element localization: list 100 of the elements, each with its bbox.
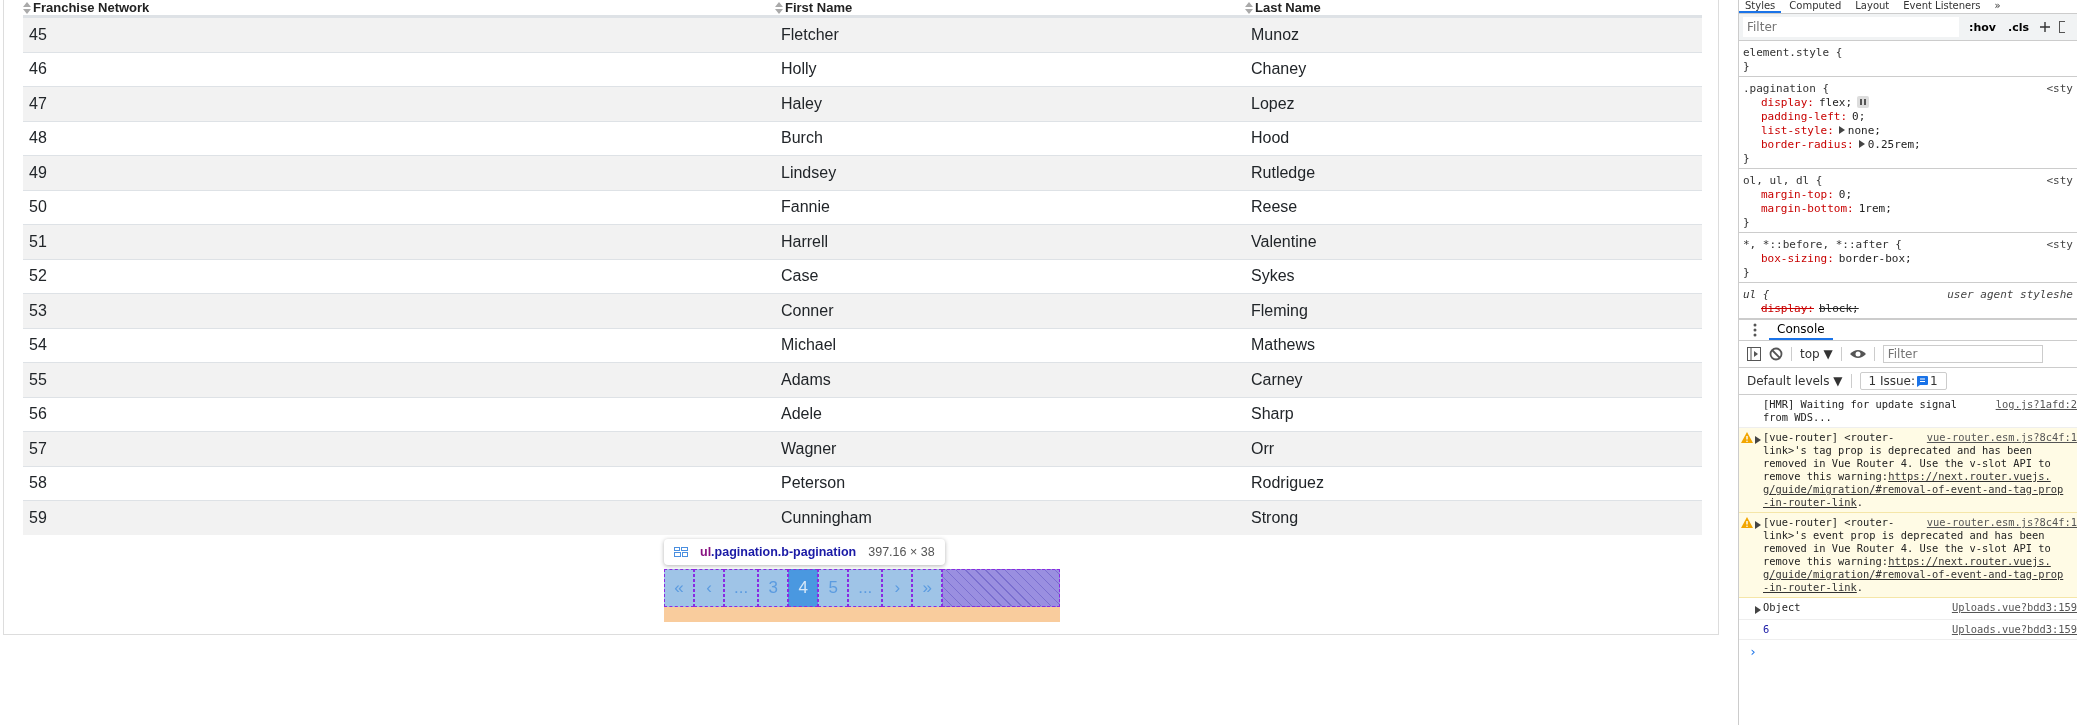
table-cell: 57 bbox=[29, 439, 47, 458]
css-value: border-box; bbox=[1838, 251, 1912, 265]
console-text: [HMR] Waiting for update signal bbox=[1763, 398, 1957, 411]
table-cell: Orr bbox=[1251, 439, 1275, 458]
table-cell: Sykes bbox=[1251, 267, 1295, 286]
table-cell: Burch bbox=[781, 129, 823, 148]
panel-tab[interactable]: Computed bbox=[1783, 0, 1848, 13]
url-link[interactable]: g/guide/migration/#removal-of-event-and-tag-prop bbox=[1763, 483, 2064, 496]
url-link[interactable]: https://next.router.vuejs. bbox=[1888, 555, 2051, 568]
column-header[interactable]: Franchise Network bbox=[33, 0, 150, 15]
element-selector: ul.pagination.b-pagination bbox=[700, 544, 857, 559]
source-link[interactable]: vue-router.esm.js?8c4f:1 bbox=[1926, 516, 2077, 529]
url-link[interactable]: g/guide/migration/#removal-of-event-and-tag-prop bbox=[1763, 568, 2064, 581]
console-text: 6 bbox=[1763, 623, 1770, 636]
css-value: 0; bbox=[1838, 187, 1853, 201]
table-cell: 52 bbox=[29, 267, 47, 286]
expand-triangle-icon bbox=[1858, 140, 1865, 148]
table-cell: Rutledge bbox=[1251, 163, 1316, 182]
table-cell: Conner bbox=[781, 301, 834, 320]
css-selector: *, *::before, *::after { bbox=[1743, 237, 1902, 251]
table-cell: Munoz bbox=[1251, 25, 1300, 44]
closing-brace: } bbox=[1743, 215, 1750, 229]
sidebar-toggle-icon bbox=[1747, 347, 1761, 361]
more-icon bbox=[1753, 323, 1757, 337]
expand-triangle-icon bbox=[1755, 606, 1761, 614]
table-cell: Michael bbox=[781, 336, 837, 355]
table-cell: Mathews bbox=[1251, 336, 1316, 355]
table-cell: 56 bbox=[29, 405, 47, 424]
console-prompt[interactable]: › bbox=[1749, 644, 1757, 659]
warning-icon bbox=[1741, 517, 1753, 528]
column-header[interactable]: First Name bbox=[785, 0, 853, 15]
clear-console-icon bbox=[1769, 347, 1783, 361]
panel-tab[interactable]: Event Listeners bbox=[1897, 0, 1987, 13]
source-link[interactable]: log.js?1afd:2 bbox=[1995, 398, 2077, 411]
console-tab[interactable]: Console bbox=[1769, 320, 1833, 340]
issues-button[interactable]: 1 Issue: 1 bbox=[1859, 372, 1947, 390]
cls-toggle[interactable]: .cls bbox=[2005, 20, 2031, 34]
sort-icon bbox=[1245, 1, 1253, 14]
source-link[interactable]: Uploads.vue?bdd3:159 bbox=[1951, 601, 2077, 614]
css-value: 0; bbox=[1852, 109, 1866, 123]
table-cell: Adele bbox=[781, 405, 822, 424]
url-link[interactable]: -in-router-link bbox=[1763, 496, 1857, 509]
console-text: [vue-router] <router- bbox=[1763, 516, 1895, 529]
filter-field[interactable]: Filter bbox=[1882, 345, 2043, 363]
css-value: 0.25rem; bbox=[1867, 137, 1921, 151]
element-size: 397.16 × 38 bbox=[868, 544, 935, 559]
url-link[interactable]: https://next.router.vuejs. bbox=[1888, 470, 2051, 483]
url-link[interactable]: -in-router-link bbox=[1763, 581, 1857, 594]
table-cell: Lopez bbox=[1251, 94, 1295, 113]
css-property: display: bbox=[1761, 95, 1814, 109]
stylesheet-source[interactable]: <sty bbox=[2046, 237, 2073, 251]
table-cell: Wagner bbox=[781, 439, 837, 458]
table-cell: Reese bbox=[1251, 198, 1298, 217]
table-cell: Harrell bbox=[781, 232, 829, 251]
panel-tab[interactable]: » bbox=[1988, 0, 2007, 13]
eye-icon bbox=[1849, 348, 1866, 360]
context-dropdown[interactable]: top ▼ bbox=[1800, 347, 1833, 361]
table-cell: Peterson bbox=[781, 474, 846, 493]
flexbox-editor-icon bbox=[1857, 96, 1870, 108]
closing-brace: } bbox=[1743, 151, 1750, 165]
levels-dropdown[interactable]: Default levels ▼ bbox=[1747, 374, 1843, 388]
stylesheet-source[interactable]: <sty bbox=[2046, 81, 2073, 95]
table-cell: Case bbox=[781, 267, 819, 286]
panel-tab[interactable]: Layout bbox=[1849, 0, 1896, 13]
filter-field[interactable]: Filter bbox=[1743, 17, 1959, 37]
table-cell: Fletcher bbox=[781, 25, 839, 44]
table-cell: Hood bbox=[1251, 129, 1290, 148]
warning-icon bbox=[1741, 432, 1753, 443]
table-cell: Strong bbox=[1251, 508, 1299, 527]
console-text: remove this warning: bbox=[1763, 470, 1889, 483]
console-text: link>'s tag prop is deprecated and has been bbox=[1763, 444, 2032, 457]
closing-brace: } bbox=[1743, 59, 1750, 73]
stylesheet-source[interactable]: <sty bbox=[2046, 173, 2073, 187]
table-cell: 48 bbox=[29, 129, 47, 148]
source-link[interactable]: vue-router.esm.js?8c4f:1 bbox=[1926, 431, 2077, 444]
panel-icon bbox=[2059, 21, 2065, 33]
message-icon bbox=[1917, 375, 1929, 387]
table-cell: 55 bbox=[29, 370, 47, 389]
table-cell: Haley bbox=[781, 94, 822, 113]
grid-layout-icon bbox=[674, 546, 688, 557]
css-value: none; bbox=[1847, 123, 1881, 137]
expand-triangle-icon bbox=[1838, 126, 1845, 134]
console-text: [vue-router] <router- bbox=[1763, 431, 1895, 444]
console-text: remove this warning: bbox=[1763, 555, 1889, 568]
css-property: box-sizing: bbox=[1761, 251, 1834, 265]
plus-icon bbox=[2039, 21, 2051, 33]
console-text: . bbox=[1856, 496, 1864, 509]
table-cell: Valentine bbox=[1251, 232, 1317, 251]
table-cell: 53 bbox=[29, 301, 47, 320]
source-link[interactable]: Uploads.vue?bdd3:159 bbox=[1951, 623, 2077, 636]
table-cell: Lindsey bbox=[781, 163, 837, 182]
hov-toggle[interactable]: :hov bbox=[1967, 20, 1998, 34]
column-header[interactable]: Last Name bbox=[1255, 0, 1321, 15]
stylesheet-source: user agent styleshe bbox=[1947, 287, 2073, 301]
table-cell: 59 bbox=[29, 508, 47, 527]
css-value: flex; bbox=[1819, 95, 1853, 109]
css-selector: ul { bbox=[1743, 287, 1770, 301]
expand-triangle-icon bbox=[1755, 436, 1761, 444]
closing-brace: } bbox=[1743, 265, 1750, 279]
table-cell: 58 bbox=[29, 474, 47, 493]
